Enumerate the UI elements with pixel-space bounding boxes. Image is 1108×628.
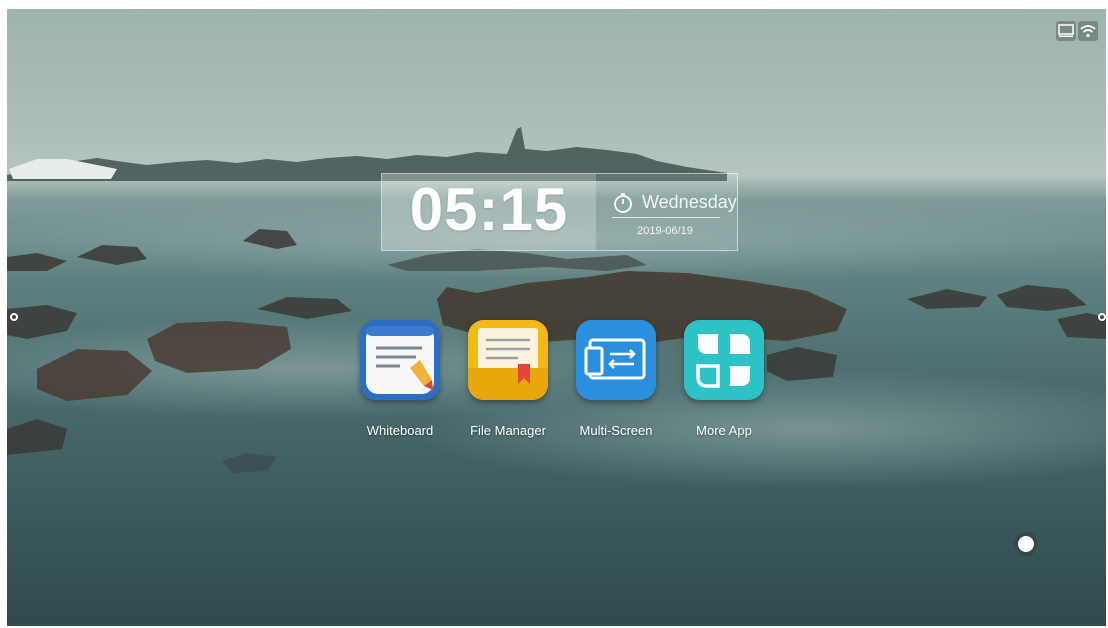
app-label: Whiteboard xyxy=(366,423,434,438)
clock-date: 2019-06/19 xyxy=(637,225,693,237)
clock-day: Wednesday xyxy=(642,192,737,212)
clock-time-panel: 05:15 xyxy=(382,174,596,250)
right-side-toolbar-handle[interactable] xyxy=(1096,310,1106,324)
left-side-toolbar-handle[interactable] xyxy=(8,310,20,324)
app-whiteboard[interactable]: Whiteboard xyxy=(352,320,448,450)
timer-icon xyxy=(614,193,632,213)
clock-divider xyxy=(612,217,720,218)
wifi-icon[interactable] xyxy=(1078,21,1098,41)
app-label: More App xyxy=(696,423,752,438)
screen-mirror-icon[interactable] xyxy=(1056,21,1076,41)
multi-screen-icon[interactable] xyxy=(576,320,656,400)
app-label: Multi-Screen xyxy=(579,423,653,438)
clock-widget[interactable]: 05:15 Wednesday 2019-06/19 xyxy=(381,173,738,251)
home-screen: 05:15 Wednesday 2019-06/19 Whiteboard Fi… xyxy=(7,9,1106,626)
grid-apps-icon[interactable] xyxy=(684,320,764,400)
wallpaper xyxy=(7,127,1106,489)
app-more-app[interactable]: More App xyxy=(676,320,772,450)
floating-menu-button[interactable] xyxy=(1014,532,1038,556)
floating-button-dot xyxy=(1018,536,1034,552)
app-file-manager[interactable]: File Manager xyxy=(460,320,556,450)
whiteboard-icon[interactable] xyxy=(360,320,440,400)
app-label: File Manager xyxy=(470,423,546,438)
app-multi-screen[interactable]: Multi-Screen xyxy=(568,320,664,450)
clock-time: 05:15 xyxy=(409,176,569,243)
folder-bookmark-icon[interactable] xyxy=(468,320,548,400)
